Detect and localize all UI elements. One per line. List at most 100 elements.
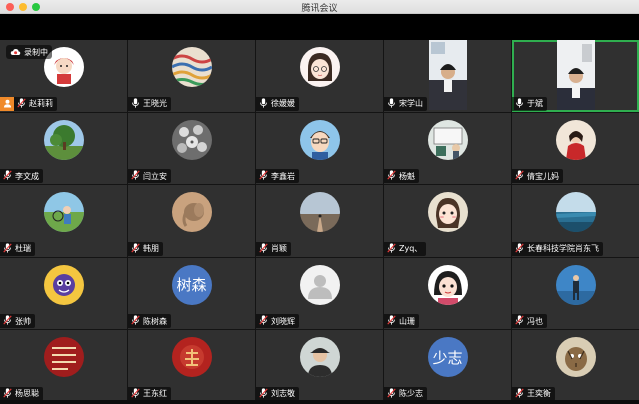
participant-avatar [427, 264, 468, 305]
participant-namebar: 山珊 [384, 312, 419, 329]
participant-tile[interactable]: 少志 陈少志 [384, 330, 511, 402]
participant-name: 肖颖 [271, 244, 287, 254]
host-person-icon [0, 96, 14, 111]
participant-namebar: Zyq、 [384, 241, 427, 256]
participant-avatar [555, 337, 596, 378]
participant-namebar: 冯也 [512, 314, 547, 329]
participant-tile[interactable]: 肖颖 [256, 185, 383, 257]
participant-tile[interactable]: 杨思聪 [0, 330, 127, 402]
participant-namebar: 刘晓辉 [256, 312, 299, 329]
participant-name: 李文成 [15, 171, 39, 181]
participant-avatar [299, 192, 340, 233]
participant-tile[interactable]: 张帅 [0, 257, 127, 330]
participant-avatar [43, 337, 84, 378]
mic-icon [259, 95, 268, 112]
recording-badge[interactable]: 录制中 [6, 45, 52, 59]
participant-tile[interactable]: 刘志敬 [256, 330, 383, 402]
participant-tile[interactable]: 王奕衡 [512, 330, 639, 402]
participant-tile[interactable]: 山珊 [384, 257, 511, 330]
participant-name: 杨思聪 [15, 389, 39, 399]
participant-avatar: 少志 [427, 337, 468, 378]
participant-tile[interactable]: 宋学山 [384, 40, 511, 112]
participant-tile[interactable]: 倩宝儿妈 [512, 112, 639, 185]
mic-muted-icon [131, 312, 140, 329]
participant-namebar: 徐媛媛 [256, 95, 299, 112]
participant-tile[interactable]: 于斌 [512, 40, 639, 112]
participant-namebar: 长春科技学院肖东飞 [512, 240, 603, 257]
mic-muted-icon [3, 312, 12, 329]
participant-name: 刘晓辉 [271, 316, 295, 326]
participant-namebar: 韩朋 [128, 241, 163, 256]
participant-name: 王奕衡 [527, 389, 551, 399]
participant-name: 王晓光 [143, 99, 167, 109]
participant-namebar: 刘志敬 [256, 386, 299, 401]
participant-avatar [43, 192, 84, 233]
bottom-strip [0, 400, 639, 404]
participant-name: 山珊 [399, 316, 415, 326]
mic-muted-icon [259, 167, 268, 184]
mic-muted-icon [259, 312, 268, 329]
participant-name: 于斌 [527, 99, 543, 109]
participant-tile[interactable]: 杨魁 [384, 112, 511, 185]
participant-name: 闫立安 [143, 171, 167, 181]
participant-tile[interactable]: 刘晓辉 [256, 257, 383, 330]
participant-avatar [555, 192, 596, 233]
participant-tile[interactable]: 录制中 赵莉莉 [0, 40, 127, 112]
cloud-record-icon [10, 48, 21, 55]
participant-tile[interactable]: 徐媛媛 [256, 40, 383, 112]
mic-muted-icon [17, 95, 26, 112]
participant-namebar: 李鑫岩 [256, 167, 299, 184]
window-title: 腾讯会议 [301, 4, 338, 14]
participant-name: 杨魁 [399, 171, 415, 181]
participant-tile[interactable]: 王晓光 [128, 40, 255, 112]
participant-avatar [171, 119, 212, 160]
participant-avatar [171, 47, 212, 87]
participant-name: 刘志敬 [271, 389, 295, 399]
participant-video [428, 40, 467, 110]
mic-muted-icon [387, 312, 396, 329]
recording-label: 录制中 [24, 47, 48, 57]
mic-muted-icon [515, 240, 524, 257]
participant-tile[interactable]: 闫立安 [128, 112, 255, 185]
participant-name: 冯也 [527, 316, 543, 326]
participant-name: 韩朋 [143, 244, 159, 254]
mic-muted-icon [131, 167, 140, 184]
participant-tile[interactable]: 王东红 [128, 330, 255, 402]
mic-muted-icon [3, 240, 12, 257]
participant-avatar [43, 119, 84, 160]
participant-avatar [43, 264, 84, 305]
participant-namebar: 陈树森 [128, 312, 171, 329]
participant-namebar: 宋学山 [384, 95, 427, 112]
participant-tile[interactable]: 杜瑞 [0, 185, 127, 257]
participant-avatar [299, 337, 340, 378]
window-titlebar: 腾讯会议 [0, 0, 639, 14]
participant-namebar: 肖颖 [256, 241, 291, 256]
mic-icon [387, 95, 396, 112]
participant-name: 杜瑞 [15, 244, 31, 254]
participant-name: 长春科技学院肖东飞 [527, 244, 599, 254]
participant-tile[interactable]: Zyq、 [384, 185, 511, 257]
participant-namebar: 杨魁 [384, 169, 419, 184]
participant-namebar: 李文成 [0, 167, 43, 184]
mic-icon [131, 95, 140, 112]
avatar-initials: 少志 [432, 348, 463, 367]
participant-namebar: 杜瑞 [0, 240, 35, 257]
participant-namebar: 王奕衡 [512, 386, 555, 401]
participant-tile[interactable]: 韩朋 [128, 185, 255, 257]
participant-avatar [299, 47, 340, 87]
participant-name: Zyq、 [399, 244, 423, 254]
participant-tile[interactable]: 长春科技学院肖东飞 [512, 185, 639, 257]
participant-video [556, 40, 595, 110]
participant-avatar [555, 264, 596, 305]
participant-tile[interactable]: 树森 陈树森 [128, 257, 255, 330]
meeting-topbar [0, 14, 639, 40]
participant-tile[interactable]: 冯也 [512, 257, 639, 330]
participant-tile[interactable]: 李鑫岩 [256, 112, 383, 185]
participant-namebar: 倩宝儿妈 [512, 169, 563, 184]
participant-avatar [427, 192, 468, 233]
participant-name: 徐媛媛 [271, 99, 295, 109]
participant-tile[interactable]: 李文成 [0, 112, 127, 185]
mic-muted-icon [3, 167, 12, 184]
participant-name: 倩宝儿妈 [527, 171, 559, 181]
participant-avatar: 树森 [171, 264, 212, 305]
